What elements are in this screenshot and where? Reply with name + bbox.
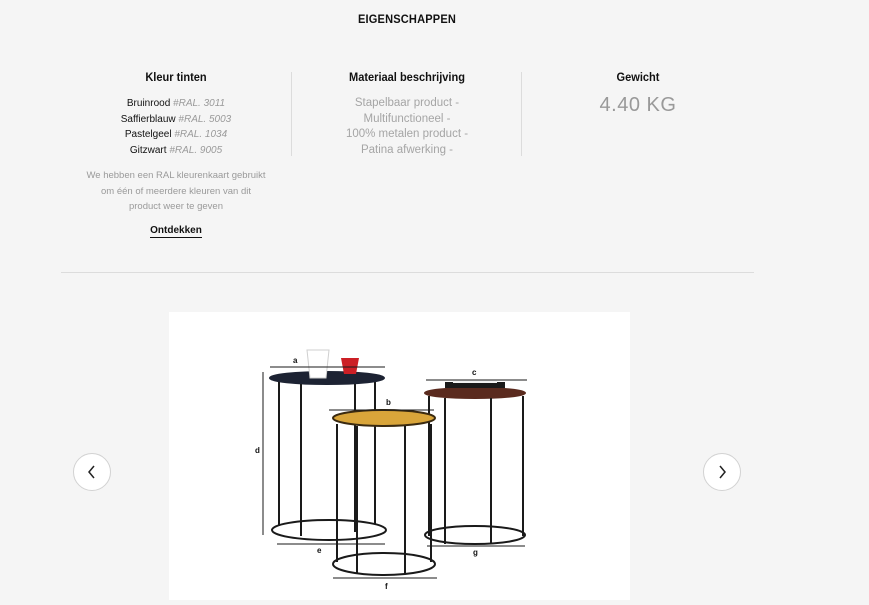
dimension-label-b: b <box>386 398 391 407</box>
chevron-right-icon <box>719 465 726 479</box>
colors-heading: Kleur tinten <box>145 70 207 84</box>
dimension-label-g: g <box>473 548 478 557</box>
color-item: Gitzwart #RAL. 9005 <box>80 143 272 159</box>
product-image: a b c d e f g <box>169 312 630 600</box>
color-name: Bruinrood <box>126 98 171 109</box>
dimension-label-c: c <box>472 368 477 377</box>
ral-note: We hebben een RAL kleurenkaart gebruikt … <box>86 170 266 212</box>
dimension-label-e: e <box>317 546 322 555</box>
column-divider <box>291 72 292 156</box>
dimension-label-f: f <box>385 582 388 591</box>
material-heading: Materiaal beschrijving <box>349 70 465 84</box>
color-code: #RAL. 1034 <box>174 129 228 140</box>
color-code: #RAL. 5003 <box>178 113 232 125</box>
color-item: Pastelgeel #RAL. 1034 <box>80 127 272 143</box>
product-drawing: a b c d e f g <box>255 349 527 591</box>
dimension-label-d: d <box>255 446 260 455</box>
color-item: Bruinrood #RAL. 3011 <box>80 96 272 112</box>
material-item: 100% metalen product - <box>345 128 469 140</box>
color-list: Bruinrood #RAL. 3011 Saffierblauw #RAL. … <box>80 96 272 158</box>
section-title: EIGENSCHAPPEN <box>357 12 457 26</box>
color-name: Gitzwart <box>129 144 167 156</box>
chevron-left-icon <box>88 465 95 479</box>
carousel-prev-button[interactable] <box>73 453 111 491</box>
color-code: #RAL. 9005 <box>169 144 223 156</box>
color-name: Saffierblauw <box>120 113 176 125</box>
color-name: Pastelgeel <box>124 129 172 140</box>
material-item: Multifunctioneel - <box>363 112 451 125</box>
weight-heading: Gewicht <box>616 70 660 84</box>
discover-link[interactable]: Ontdekken <box>150 225 202 238</box>
colors-column: Kleur tinten Bruinrood #RAL. 3011 Saffie… <box>80 70 272 238</box>
weight-column: Gewicht 4.40 KG <box>552 70 724 117</box>
weight-value: 4.40 KG <box>599 94 677 116</box>
material-list: Stapelbaar product - Multifunctioneel - … <box>322 96 492 158</box>
section-divider <box>61 272 754 273</box>
dimension-label-a: a <box>293 356 298 365</box>
material-item: Patina afwerking - <box>360 143 454 156</box>
color-item: Saffierblauw #RAL. 5003 <box>80 112 272 128</box>
color-code: #RAL. 3011 <box>173 98 226 109</box>
carousel-next-button[interactable] <box>703 453 741 491</box>
column-divider <box>521 72 522 156</box>
material-column: Materiaal beschrijving Stapelbaar produc… <box>322 70 492 158</box>
material-item: Stapelbaar product - <box>354 97 460 109</box>
